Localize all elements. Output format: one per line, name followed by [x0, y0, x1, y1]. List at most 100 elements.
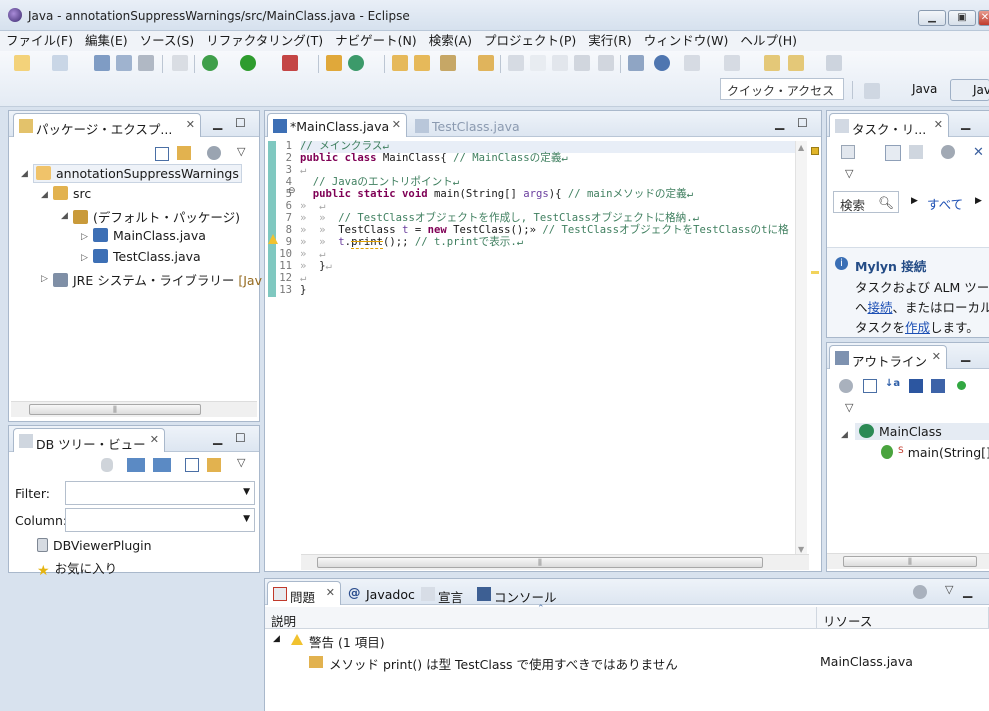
- close-icon[interactable]: ✕: [392, 118, 401, 131]
- new-icon[interactable]: [14, 55, 30, 71]
- save-all-icon[interactable]: [116, 55, 132, 71]
- new-class-icon[interactable]: [348, 55, 364, 71]
- tree-dbviewer-plugin[interactable]: DBViewerPlugin: [37, 538, 152, 553]
- pen-icon[interactable]: [530, 55, 546, 71]
- focus-task-icon[interactable]: [207, 146, 221, 160]
- paragraph-icon[interactable]: [598, 55, 614, 71]
- tab-console[interactable]: コンソール: [471, 581, 567, 605]
- new-wizard-icon[interactable]: [52, 55, 68, 71]
- menu-project[interactable]: プロジェクト(P): [478, 31, 582, 51]
- focus-task-icon[interactable]: [941, 145, 955, 159]
- scheduled-icon[interactable]: [909, 145, 923, 159]
- tree-mainclass[interactable]: MainClass.java: [93, 228, 206, 243]
- problem-group-row[interactable]: ◢ 警告 (1 項目): [265, 629, 989, 651]
- external-tools-icon[interactable]: [282, 55, 298, 71]
- menu-refactor[interactable]: リファクタリング(T): [200, 31, 329, 51]
- show-whitespace-icon[interactable]: [574, 55, 590, 71]
- forward-icon[interactable]: [826, 55, 842, 71]
- maximize-view-icon[interactable]: ☐: [235, 431, 246, 445]
- menu-window[interactable]: ウィンドウ(W): [638, 31, 735, 51]
- collapse-all-icon[interactable]: [155, 147, 169, 161]
- folder-icon[interactable]: [478, 55, 494, 71]
- tab-problems[interactable]: 問題 ✕: [267, 581, 341, 605]
- new-task-icon[interactable]: [841, 145, 855, 159]
- menu-source[interactable]: ソース(S): [134, 31, 201, 51]
- minimize-view-icon[interactable]: ▁: [961, 116, 970, 130]
- close-button[interactable]: ✕: [978, 10, 989, 26]
- open-task-icon[interactable]: [414, 55, 430, 71]
- horizontal-scrollbar[interactable]: ⫼: [301, 554, 809, 570]
- close-icon[interactable]: ✕: [932, 350, 941, 363]
- open-perspective-icon[interactable]: [864, 83, 880, 99]
- tab-package-explorer[interactable]: パッケージ・エクスプ... ✕: [13, 113, 201, 137]
- database-icon[interactable]: [101, 458, 113, 472]
- filter-combo[interactable]: ▼: [65, 481, 255, 505]
- link-icon[interactable]: [628, 55, 644, 71]
- tree-jre-library[interactable]: JRE システム・ライブラリー [Jav: [53, 270, 262, 289]
- perspective-java[interactable]: Java: [890, 79, 941, 101]
- globe-icon[interactable]: [654, 55, 670, 71]
- focus-icon[interactable]: [913, 585, 927, 599]
- perspective-java-ee[interactable]: Java: [950, 79, 989, 101]
- minimize-view-icon[interactable]: ▁: [213, 116, 222, 130]
- debug-icon[interactable]: [202, 55, 218, 71]
- task-search-input[interactable]: 検索 🔍︎: [833, 191, 899, 213]
- outline-mainclass[interactable]: MainClass: [855, 423, 989, 440]
- close-icon[interactable]: ✕: [326, 586, 335, 599]
- view-menu-icon[interactable]: ▽: [237, 456, 245, 469]
- next-annotation-icon[interactable]: [684, 55, 700, 71]
- view-menu-icon[interactable]: ▽: [945, 583, 953, 596]
- tree-favorites[interactable]: ★ お気に入り: [37, 558, 117, 579]
- menu-help[interactable]: ヘルプ(H): [734, 31, 803, 51]
- close-icon[interactable]: ✕: [934, 118, 943, 131]
- back-icon[interactable]: [788, 55, 804, 71]
- minimize-view-icon[interactable]: ▁: [961, 348, 970, 362]
- column-header-description[interactable]: 説明 ⌃: [265, 604, 817, 629]
- run-icon[interactable]: [240, 55, 256, 71]
- task-filter-all[interactable]: すべて: [927, 194, 963, 213]
- problem-row[interactable]: メソッド print() は型 TestClass で使用すべきではありません …: [265, 651, 989, 673]
- minimize-view-icon[interactable]: ▁: [213, 431, 222, 445]
- menu-run[interactable]: 実行(R): [582, 31, 637, 51]
- menu-edit[interactable]: 編集(E): [79, 31, 134, 51]
- prev-annotation-icon[interactable]: [724, 55, 740, 71]
- filter-x-icon[interactable]: ✕: [973, 145, 984, 160]
- tab-outline[interactable]: アウトライン ✕: [829, 345, 947, 369]
- sort-icon[interactable]: ↓a: [885, 378, 900, 389]
- expand-icon[interactable]: ◢: [273, 634, 280, 644]
- code-editor[interactable]: // メインクラス↵ public class MainClass{ // Ma…: [300, 140, 792, 296]
- close-icon[interactable]: ✕: [150, 433, 159, 446]
- hide-fields-icon[interactable]: [909, 379, 923, 393]
- link-editor-icon[interactable]: [177, 146, 191, 160]
- block-select-icon[interactable]: [552, 55, 568, 71]
- open-type-icon[interactable]: [392, 55, 408, 71]
- outline-main-method[interactable]: Smain(String[]: [881, 445, 989, 460]
- vertical-scrollbar[interactable]: ▲ ▼: [795, 141, 807, 556]
- quick-access-input[interactable]: クイック・アクセス: [720, 78, 844, 100]
- tree-default-package[interactable]: (デフォルト・パッケージ): [73, 207, 240, 226]
- hide-nonpublic-icon[interactable]: [957, 381, 966, 390]
- print-icon[interactable]: [138, 55, 154, 71]
- tab-testclass[interactable]: TestClass.java: [409, 113, 529, 137]
- link-editor-icon[interactable]: [207, 458, 221, 472]
- tab-declaration[interactable]: 宣言: [415, 581, 475, 605]
- column-combo[interactable]: ▼: [65, 508, 255, 532]
- minimize-button[interactable]: ▁: [918, 10, 946, 26]
- menu-file[interactable]: ファイル(F): [0, 31, 79, 51]
- horizontal-scrollbar[interactable]: ⫼: [827, 553, 989, 569]
- maximize-view-icon[interactable]: ☐: [797, 116, 808, 130]
- tree-project[interactable]: annotationSuppressWarnings: [33, 164, 242, 183]
- horizontal-scrollbar[interactable]: ⫼: [11, 401, 257, 417]
- save-icon[interactable]: [94, 55, 110, 71]
- column-header-resource[interactable]: リソース: [817, 607, 989, 629]
- categorized-icon[interactable]: [885, 145, 901, 161]
- view-menu-icon[interactable]: ▽: [845, 167, 853, 180]
- minimize-view-icon[interactable]: ▁: [963, 584, 972, 598]
- new-java-project-icon[interactable]: [326, 55, 342, 71]
- maximize-view-icon[interactable]: ☐: [235, 116, 246, 130]
- export-icon[interactable]: [153, 458, 171, 472]
- tree-testclass[interactable]: TestClass.java: [93, 249, 201, 264]
- connect-link[interactable]: 接続: [868, 300, 893, 315]
- create-link[interactable]: 作成: [905, 320, 930, 335]
- binary-icon[interactable]: [172, 55, 188, 71]
